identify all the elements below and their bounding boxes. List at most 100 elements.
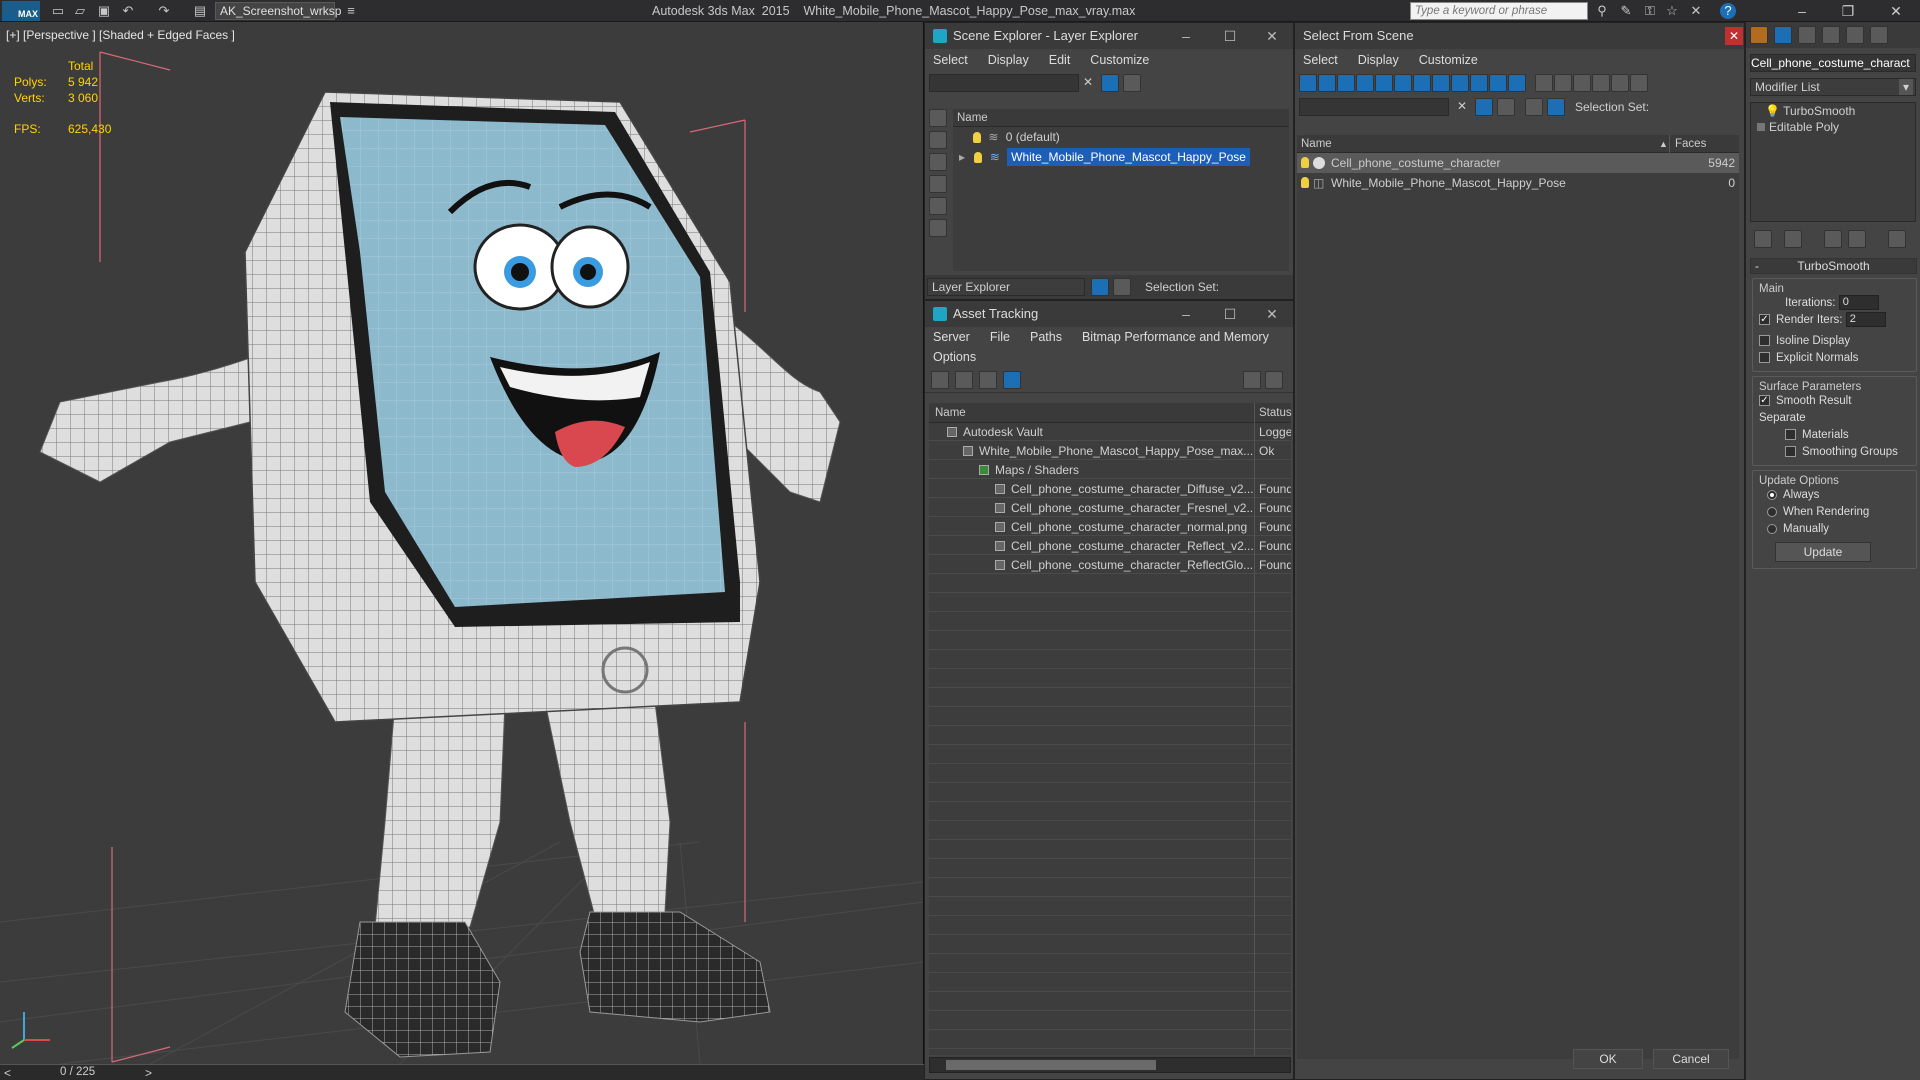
filter-frozen-icon[interactable] [1489, 74, 1507, 92]
display-helpers-icon[interactable] [929, 197, 947, 215]
tools-icon[interactable]: ✎ [1618, 3, 1634, 19]
display-cameras-icon[interactable] [929, 175, 947, 193]
workspace-dropdown[interactable]: AK_Screenshot_wrksp [215, 2, 341, 20]
save-icon[interactable]: ▣ [96, 3, 112, 19]
sfs-name-header[interactable]: Name [1301, 135, 1332, 153]
maximize-button[interactable]: ❐ [1826, 1, 1870, 21]
menu-customize[interactable]: Customize [1419, 49, 1478, 71]
new-icon[interactable]: ▭ [50, 3, 66, 19]
menu-select[interactable]: Select [933, 49, 968, 71]
visibility-bulb-icon[interactable] [974, 152, 983, 164]
display-spacewarps-icon[interactable] [929, 219, 947, 237]
expand-arrow-icon[interactable]: ▸ [959, 150, 965, 164]
menu-file[interactable]: File [990, 327, 1010, 347]
show-end-result-icon[interactable] [1784, 230, 1802, 248]
explicit-normals-checkbox[interactable] [1759, 352, 1770, 364]
stack-item[interactable]: 💡 TurboSmooth [1751, 103, 1915, 119]
search-input[interactable]: Type a keyword or phrase [1410, 2, 1588, 20]
filter-icon[interactable] [1475, 98, 1493, 116]
filter-cameras-icon[interactable] [1356, 74, 1374, 92]
undo-icon[interactable]: ↶ [120, 3, 136, 19]
update-button[interactable]: Update [1775, 542, 1871, 562]
perspective-viewport[interactable]: [+] [Perspective ] [Shaded + Edged Faces… [0, 22, 924, 1064]
menu-paths[interactable]: Paths [1030, 327, 1062, 347]
prev-frame-button[interactable]: < [4, 1066, 11, 1080]
pin-stack-icon[interactable] [1754, 230, 1772, 248]
render-iters-checkbox[interactable]: ✓ [1759, 314, 1770, 326]
modifier-list-dropdown[interactable]: Modifier List ▾ [1750, 78, 1916, 96]
menu-customize[interactable]: Customize [1090, 49, 1149, 71]
menu-bitmap-performance[interactable]: Bitmap Performance and Memory [1082, 327, 1269, 347]
filter-helpers-icon[interactable] [1375, 74, 1393, 92]
asset-tracking-close[interactable]: ✕ [1251, 301, 1293, 327]
filter-hierarchy-view-icon[interactable] [1611, 74, 1629, 92]
scene-explorer-minimize[interactable]: – [1165, 23, 1207, 49]
bulb-icon[interactable]: 💡 [1765, 104, 1780, 118]
rollout-header[interactable]: - TurboSmooth [1750, 258, 1917, 274]
list-view-icon[interactable] [955, 371, 973, 389]
viewport-label[interactable]: [+] [Perspective ] [Shaded + Edged Faces… [6, 28, 235, 42]
scene-explorer-maximize[interactable]: ☐ [1209, 23, 1251, 49]
select-from-scene-close[interactable]: ✕ [1725, 27, 1743, 45]
asset-status-header[interactable]: Status [1259, 404, 1292, 422]
display-geometry-icon[interactable] [929, 109, 947, 127]
sfs-faces-header[interactable]: Faces [1675, 135, 1706, 153]
app-logo[interactable]: MAX [2, 1, 40, 21]
star-icon[interactable]: ☆ [1664, 3, 1680, 19]
open-icon[interactable]: ▱ [72, 3, 88, 19]
asset-row[interactable]: Maps / Shaders [929, 461, 1291, 480]
asset-row[interactable]: Cell_phone_costume_character_Fresnel_v2.… [929, 499, 1291, 518]
remove-modifier-icon[interactable] [1848, 230, 1866, 248]
x-icon[interactable]: ✕ [1688, 3, 1704, 19]
filter-spacewarps-icon[interactable] [1394, 74, 1412, 92]
stack-item[interactable]: Editable Poly [1751, 119, 1915, 135]
object-name-field[interactable] [1750, 54, 1916, 72]
binoculars-icon[interactable]: ⚲ [1594, 3, 1610, 19]
hierarchy-tab-icon[interactable] [1798, 26, 1816, 44]
filter-geometry-icon[interactable] [1299, 74, 1317, 92]
time-slider[interactable]: < 0 / 225 > [0, 1064, 924, 1080]
make-unique-icon[interactable] [1824, 230, 1842, 248]
display-tab-icon[interactable] [1846, 26, 1864, 44]
visibility-bulb-icon[interactable] [1301, 177, 1309, 188]
layer-icon[interactable] [1497, 98, 1515, 116]
filter-containers-icon[interactable] [1470, 74, 1488, 92]
layer-row[interactable]: ▸ ≋ White_Mobile_Phone_Mascot_Happy_Pose [953, 147, 1289, 167]
filter-bones-icon[interactable] [1451, 74, 1469, 92]
layer-name-header[interactable]: Name [953, 109, 1289, 127]
refresh-icon[interactable] [931, 371, 949, 389]
menu-display[interactable]: Display [1358, 49, 1399, 71]
minimize-button[interactable]: – [1780, 1, 1824, 21]
hierarchy-icon[interactable] [1525, 98, 1543, 116]
asset-row[interactable]: Cell_phone_costume_character_Diffuse_v2.… [929, 480, 1291, 499]
asset-tracking-minimize[interactable]: – [1165, 301, 1207, 327]
thumbnail-view-icon[interactable] [979, 371, 997, 389]
hierarchy-mode-icon[interactable] [1113, 278, 1131, 296]
smoothing-groups-checkbox[interactable] [1785, 446, 1796, 458]
filter-groups-icon[interactable] [1413, 74, 1431, 92]
asset-row[interactable]: Autodesk Vault Logge [929, 423, 1291, 442]
workspace-menu-icon[interactable]: ≡ [343, 3, 359, 19]
asset-row[interactable]: Cell_phone_costume_character_Reflect_v2.… [929, 537, 1291, 556]
filter-hidden-icon[interactable] [1508, 74, 1526, 92]
layer-options-icon[interactable] [1123, 74, 1141, 92]
asset-row[interactable]: Cell_phone_costume_character_normal.png F… [929, 518, 1291, 537]
asset-horizontal-scrollbar[interactable] [929, 1057, 1291, 1073]
scene-explorer-close[interactable]: ✕ [1251, 23, 1293, 49]
filter-display-all-icon[interactable] [1535, 74, 1553, 92]
display-shapes-icon[interactable] [929, 131, 947, 149]
sfs-search-input[interactable] [1299, 98, 1449, 116]
smooth-result-checkbox[interactable]: ✓ [1759, 395, 1770, 407]
iterations-spinner[interactable]: 0 [1838, 295, 1879, 311]
motion-tab-icon[interactable] [1822, 26, 1840, 44]
object-row[interactable]: Cell_phone_costume_character 5942 [1297, 153, 1739, 173]
asset-row[interactable]: Cell_phone_costume_character_ReflectGlo.… [929, 556, 1291, 575]
display-lights-icon[interactable] [929, 153, 947, 171]
filter-xrefs-icon[interactable] [1432, 74, 1450, 92]
clear-search-icon[interactable]: ✕ [1457, 99, 1467, 113]
render-iters-spinner[interactable]: 2 [1845, 312, 1886, 328]
menu-server[interactable]: Server [933, 327, 970, 347]
asset-name-header[interactable]: Name [935, 404, 966, 422]
close-button[interactable]: ✕ [1874, 1, 1918, 21]
materials-checkbox[interactable] [1785, 429, 1796, 441]
